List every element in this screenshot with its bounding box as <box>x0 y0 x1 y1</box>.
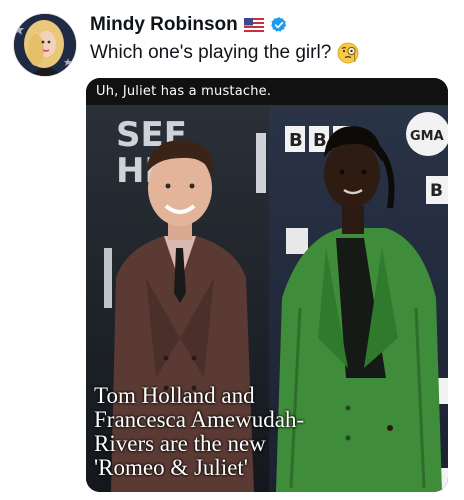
avatar[interactable] <box>13 13 77 77</box>
svg-text:B: B <box>289 130 303 151</box>
display-name[interactable]: Mindy Robinson <box>90 14 238 36</box>
meme-caption: Uh, Juliet has a mustache. <box>86 78 448 105</box>
avatar-image <box>14 14 76 76</box>
author-row: Mindy Robinson <box>90 13 288 37</box>
svg-text:B: B <box>313 130 327 151</box>
tweet-text-content: Which one's playing the girl? <box>90 42 332 63</box>
tweet-media[interactable]: SEE HE B B C GMA B B <box>86 78 448 492</box>
us-flag-icon <box>243 18 264 32</box>
verified-badge-icon <box>270 16 288 34</box>
svg-text:GMA: GMA <box>410 129 444 144</box>
overlay-line: Rivers are the new <box>94 431 266 456</box>
overlay-line: Tom Holland and <box>94 383 255 408</box>
monocle-face-emoji-icon <box>337 42 359 64</box>
svg-text:B: B <box>430 181 443 201</box>
overlay-line: 'Romeo & Juliet' <box>94 455 248 480</box>
overlay-line: Francesca Amewudah- <box>94 407 305 432</box>
tweet-text: Which one's playing the girl? <box>90 42 359 64</box>
photo-overlay-caption: Tom Holland and Francesca Amewudah- Rive… <box>94 384 354 480</box>
